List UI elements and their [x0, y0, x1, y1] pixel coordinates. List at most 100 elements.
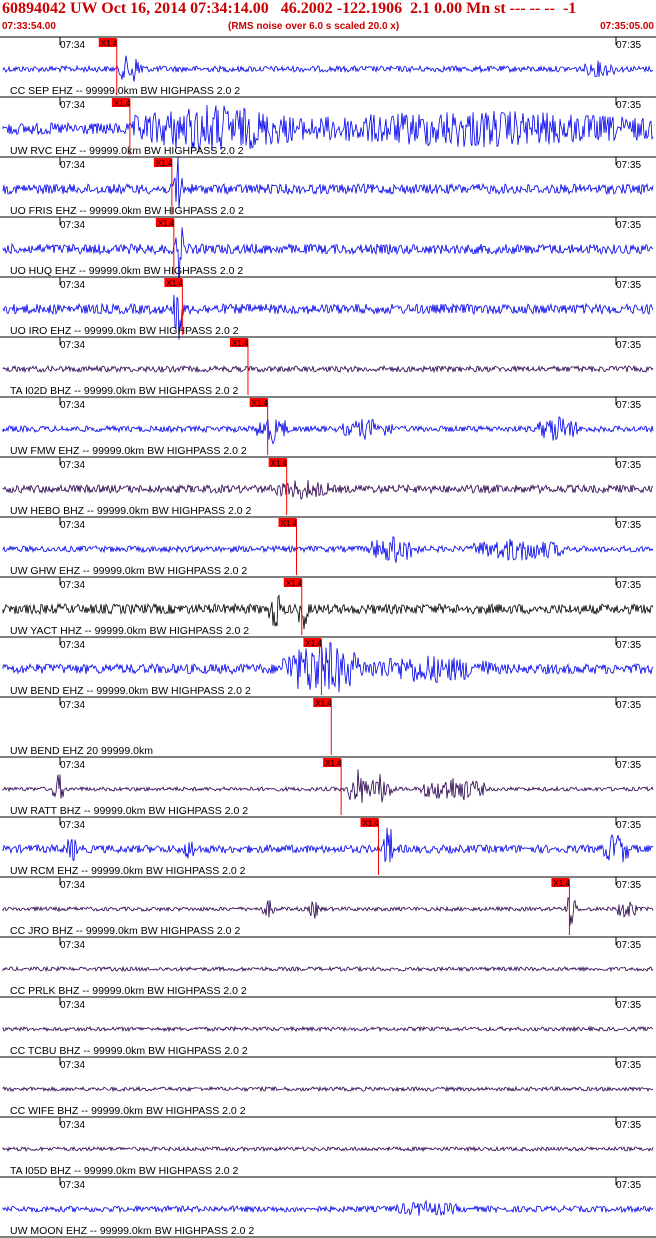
tick-label: 07:34	[60, 280, 85, 291]
station-label: CC WIFE BHZ -- 99999.0km BW HIGHPASS 2.0…	[10, 1105, 246, 1117]
tick-label: 07:34	[60, 700, 85, 711]
station-label: UO IRO EHZ -- 99999.0km BW HIGHPASS 2.0 …	[10, 325, 239, 337]
trace-4: 07:34 07:35 X1.4 UO IRO EHZ -- 99999.0km BW…	[0, 276, 656, 340]
station-label: TA I02D BHZ -- 99999.0km BW HIGHPASS 2.0…	[10, 385, 239, 397]
pick-label: X1.4	[286, 579, 303, 588]
trace-7: 07:34 07:35 X1.4 UW HEBO BHZ -- 99999.0km B…	[0, 456, 656, 517]
pick-label: X1.4	[325, 759, 342, 768]
station-label: UW HEBO BHZ -- 99999.0km BW HIGHPASS 2.0…	[10, 505, 252, 517]
tick-label: 07:34	[60, 100, 85, 111]
station-label: UW FMW EHZ -- 99999.0km BW HIGHPASS 2.0 …	[10, 445, 247, 457]
trace-9: 07:34 07:35 X1.4 UW YACT HHZ -- 99999.0km B…	[0, 576, 656, 637]
tick-label: 07:35	[616, 280, 641, 291]
station-label: TA I05D BHZ -- 99999.0km BW HIGHPASS 2.0…	[10, 1165, 239, 1177]
trace-8: 07:34 07:35 X1.4 UW GHW EHZ -- 99999.0km BW…	[0, 516, 656, 577]
trace-14: 07:34 07:35 X1.4 CC JRO BHZ -- 99999.0km BW…	[0, 876, 656, 937]
tick-label: 07:35	[616, 400, 641, 411]
tick-label: 07:34	[60, 220, 85, 231]
pick-label: X1.4	[101, 39, 118, 48]
trace-1: 07:34 07:35 X1.4 UW RVC EHZ -- 99999.0km BW…	[0, 96, 656, 157]
seismogram-chart: 07:34 07:35 X1.4 CC SEP EHZ -- 99999.0km BW…	[0, 36, 656, 1238]
tick-label: 07:35	[616, 160, 641, 171]
station-label: UO FRIS EHZ -- 99999.0km BW HIGHPASS 2.0…	[10, 205, 244, 217]
waveform	[2, 536, 654, 563]
pick-label: X1.4	[158, 219, 175, 228]
station-label: CC JRO BHZ -- 99999.0km BW HIGHPASS 2.0 …	[10, 925, 240, 937]
tick-label: 07:34	[60, 460, 85, 471]
tick-label: 07:34	[60, 40, 85, 51]
tick-label: 07:35	[616, 580, 641, 591]
tick-label: 07:35	[616, 460, 641, 471]
station-label: UW BEND EHZ -- 99999.0km BW HIGHPASS 2.0…	[10, 685, 251, 697]
waveform	[2, 156, 654, 209]
tick-label: 07:35	[616, 340, 641, 351]
waveform	[2, 55, 654, 82]
waveform	[2, 1145, 654, 1153]
station-label: UW RATT BHZ -- 99999.0km BW HIGHPASS 2.0…	[10, 805, 248, 817]
trace-19: 07:34 07:35 UW MOON EHZ -- 99999.0km BW HI…	[0, 1176, 656, 1237]
tick-label: 07:34	[60, 520, 85, 531]
tick-label: 07:34	[60, 160, 85, 171]
trace-10: 07:34 07:35 X1.4 UW BEND EHZ -- 99999.0km B…	[0, 636, 656, 697]
waveform	[2, 416, 654, 445]
waveform	[2, 1085, 654, 1093]
station-label: UW RCM EHZ -- 99999.0km BW HIGHPASS 2.0 …	[10, 865, 246, 877]
tick-label: 07:34	[60, 640, 85, 651]
waveform	[2, 965, 654, 973]
tick-label: 07:35	[616, 1120, 641, 1131]
station-label: UW GHW EHZ -- 99999.0km BW HIGHPASS 2.0 …	[10, 565, 247, 577]
tick-label: 07:35	[616, 760, 641, 771]
pick-label: X1.4	[363, 819, 380, 828]
station-label: UW YACT HHZ -- 99999.0km BW HIGHPASS 2.0…	[10, 625, 249, 637]
tick-label: 07:35	[616, 1060, 641, 1071]
tick-label: 07:35	[616, 820, 641, 831]
pick-label: X1.4	[166, 279, 183, 288]
trace-2: 07:34 07:35 X1.4 UO FRIS EHZ -- 99999.0km B…	[0, 156, 656, 217]
tick-label: 07:34	[60, 1120, 85, 1131]
tick-label: 07:35	[616, 1180, 641, 1191]
trace-6: 07:34 07:35 X1.4 UW FMW EHZ -- 99999.0km BW…	[0, 396, 656, 457]
tick-label: 07:34	[60, 1180, 85, 1191]
waveform	[2, 480, 654, 500]
tick-label: 07:34	[60, 400, 85, 411]
station-label: UW BEND EHZ 20 99999.0km	[10, 745, 153, 757]
trace-5: 07:34 07:35 X1.4 TA I02D BHZ -- 99999.0km B…	[0, 336, 656, 397]
trace-12: 07:34 07:35 X1.4 UW RATT BHZ -- 99999.0km B…	[0, 756, 656, 817]
waveform	[2, 896, 654, 926]
trace-16: 07:34 07:35 CC TCBU BHZ -- 99999.0km BW HI…	[0, 996, 656, 1057]
station-label: CC TCBU BHZ -- 99999.0km BW HIGHPASS 2.0…	[10, 1045, 248, 1057]
tick-label: 07:35	[616, 940, 641, 951]
waveform	[2, 227, 654, 288]
waveform	[2, 1199, 654, 1216]
tick-label: 07:34	[60, 820, 85, 831]
tick-label: 07:35	[616, 220, 641, 231]
pick-label: X1.4	[252, 399, 269, 408]
pick-label: X1.4	[305, 639, 322, 648]
tick-label: 07:34	[60, 880, 85, 891]
waveform	[2, 1025, 654, 1033]
tick-label: 07:35	[616, 640, 641, 651]
tick-label: 07:35	[616, 700, 641, 711]
waveform	[2, 769, 654, 803]
pick-label: X1.4	[156, 159, 173, 168]
trace-17: 07:34 07:35 CC WIFE BHZ -- 99999.0km BW HI…	[0, 1056, 656, 1117]
tick-label: 07:35	[616, 520, 641, 531]
tick-label: 07:34	[60, 340, 85, 351]
tick-label: 07:35	[616, 880, 641, 891]
trace-13: 07:34 07:35 X1.4 UW RCM EHZ -- 99999.0km BW…	[0, 816, 656, 877]
waveform	[2, 364, 654, 374]
tick-label: 07:34	[60, 760, 85, 771]
pick-label: X1.4	[315, 699, 332, 708]
station-label: UW MOON EHZ -- 99999.0km BW HIGHPASS 2.0…	[10, 1225, 254, 1237]
tick-label: 07:34	[60, 1060, 85, 1071]
station-label: UO HUQ EHZ -- 99999.0km BW HIGHPASS 2.0 …	[10, 265, 243, 277]
tick-label: 07:34	[60, 580, 85, 591]
pick-label: X1.4	[271, 459, 288, 468]
tick-label: 07:35	[616, 100, 641, 111]
trace-0: 07:34 07:35 X1.4 CC SEP EHZ -- 99999.0km BW…	[0, 36, 656, 97]
pick-label: X1.4	[281, 519, 298, 528]
station-label: CC SEP EHZ -- 99999.0km BW HIGHPASS 2.0 …	[10, 85, 240, 97]
pick-label: X1.4	[114, 99, 131, 108]
pick-label: X1.4	[553, 879, 570, 888]
tick-label: 07:34	[60, 1000, 85, 1011]
